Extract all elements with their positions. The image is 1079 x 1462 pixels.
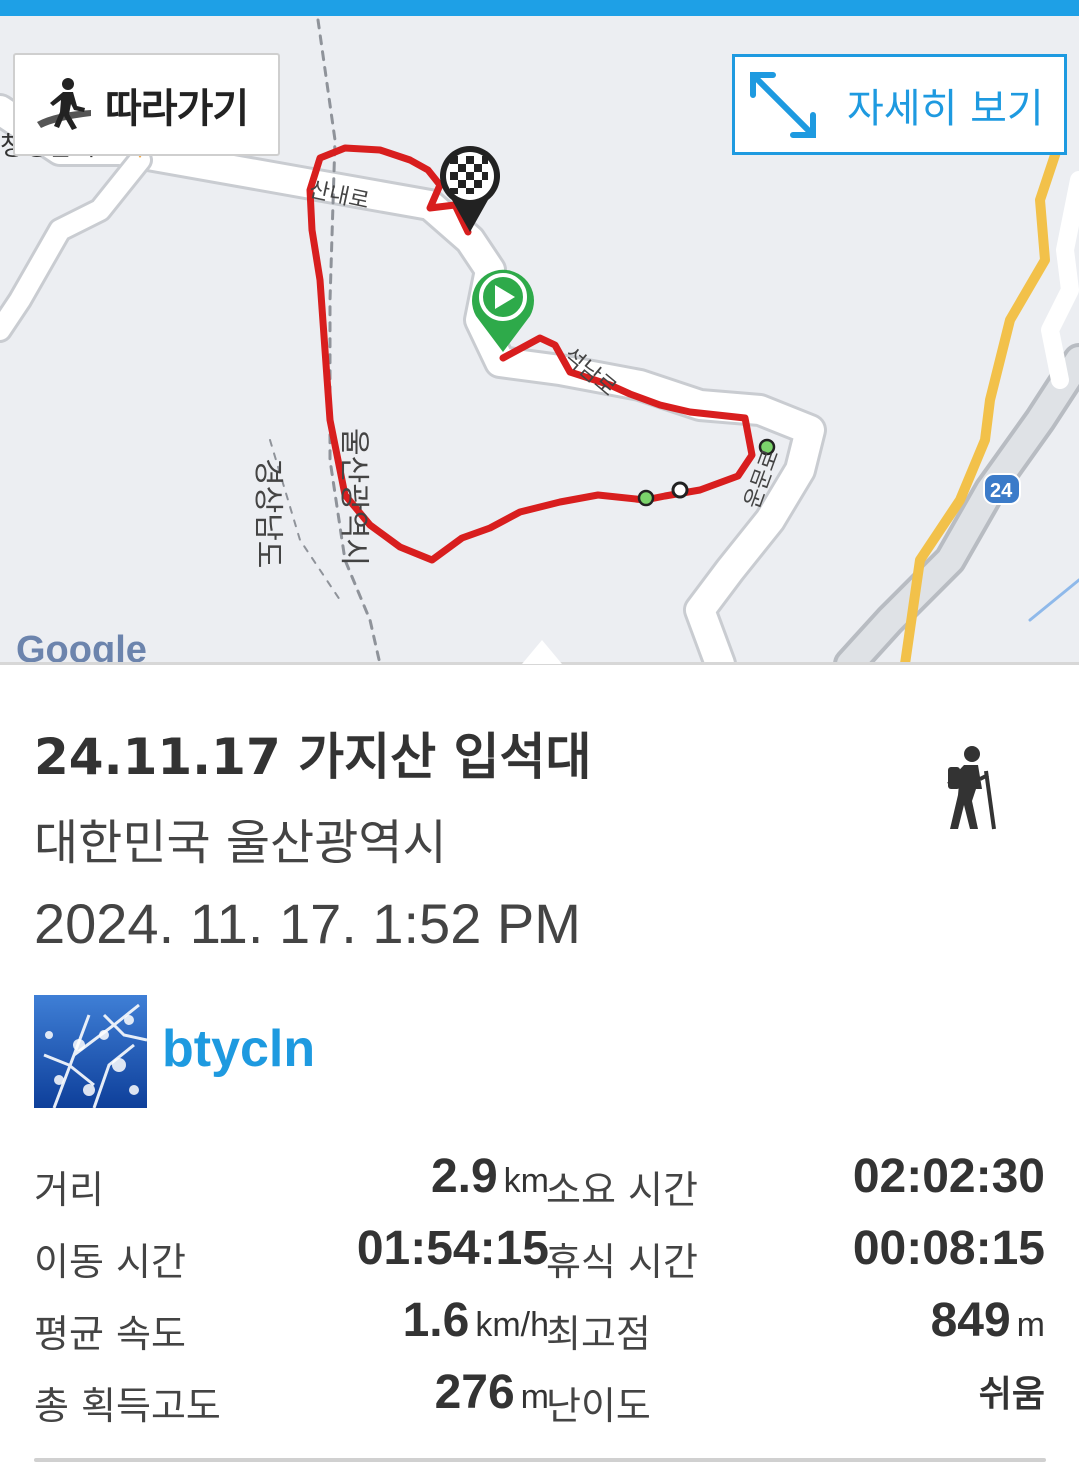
activity-datetime: 2024. 11. 17. 1:52 PM	[34, 892, 581, 955]
moving-time-label: 이동 시간	[34, 1240, 186, 1284]
hiking-icon	[947, 746, 996, 830]
expand-arrows-icon	[750, 71, 816, 138]
distance-label: 거리	[34, 1168, 104, 1212]
avg-speed-value: 1.6 km/h	[402, 1294, 549, 1347]
stats-row-2: 이동 시간 01:54:15 휴식 시간 00:08:15	[0, 1217, 1079, 1287]
difficulty-label: 난이도	[546, 1384, 651, 1428]
map-view[interactable]: Google 청정쉼터 산내로 석남로 운문로 울산광역시 경상남도 24 따라…	[0, 16, 1079, 664]
rest-time-value: 00:08:15	[852, 1222, 1045, 1275]
total-time-value: 02:02:30	[852, 1150, 1045, 1203]
avg-speed-label: 평균 속도	[34, 1312, 186, 1356]
svg-text:24: 24	[990, 480, 1013, 502]
rest-time-label: 휴식 시간	[546, 1240, 698, 1284]
avatar-image	[34, 995, 147, 1108]
info-caret	[522, 640, 562, 664]
activity-title: 24.11.17 가지산 입석대	[34, 728, 592, 786]
max-elevation-value: 849 m	[930, 1294, 1045, 1347]
elevation-gain-value: 276 m	[434, 1366, 549, 1419]
top-accent-bar	[0, 0, 1079, 16]
stats-row-4: 총 획득고도 276 m 난이도 쉬움	[0, 1361, 1079, 1431]
username-link[interactable]: btycln	[162, 1019, 315, 1079]
bottom-divider	[34, 1458, 1046, 1462]
elevation-gain-label: 총 획득고도	[34, 1384, 221, 1428]
difficulty-value: 쉬움	[978, 1374, 1045, 1415]
max-elevation-label: 최고점	[546, 1312, 651, 1356]
follow-button[interactable]: 따라가기	[13, 53, 280, 156]
distance-value: 2.9 km	[430, 1150, 549, 1203]
svg-text:경상남도: 경상남도	[250, 458, 285, 568]
stats-row-1: 거리 2.9 km 소요 시간 02:02:30	[0, 1145, 1079, 1215]
moving-time-value: 01:54:15	[356, 1222, 549, 1275]
total-time-label: 소요 시간	[546, 1168, 698, 1212]
view-details-button[interactable]: 자세히 보기	[732, 54, 1067, 155]
svg-text:울산광역시: 울산광역시	[336, 428, 371, 566]
view-details-label: 자세히 보기	[847, 85, 1044, 132]
hiker-walking-icon	[37, 77, 91, 130]
user-avatar[interactable]	[34, 995, 147, 1108]
google-logo: Google	[16, 629, 147, 664]
activity-location: 대한민국 울산광역시	[34, 815, 447, 871]
follow-button-label: 따라가기	[105, 85, 249, 132]
stats-row-3: 평균 속도 1.6 km/h 최고점 849 m	[0, 1289, 1079, 1359]
